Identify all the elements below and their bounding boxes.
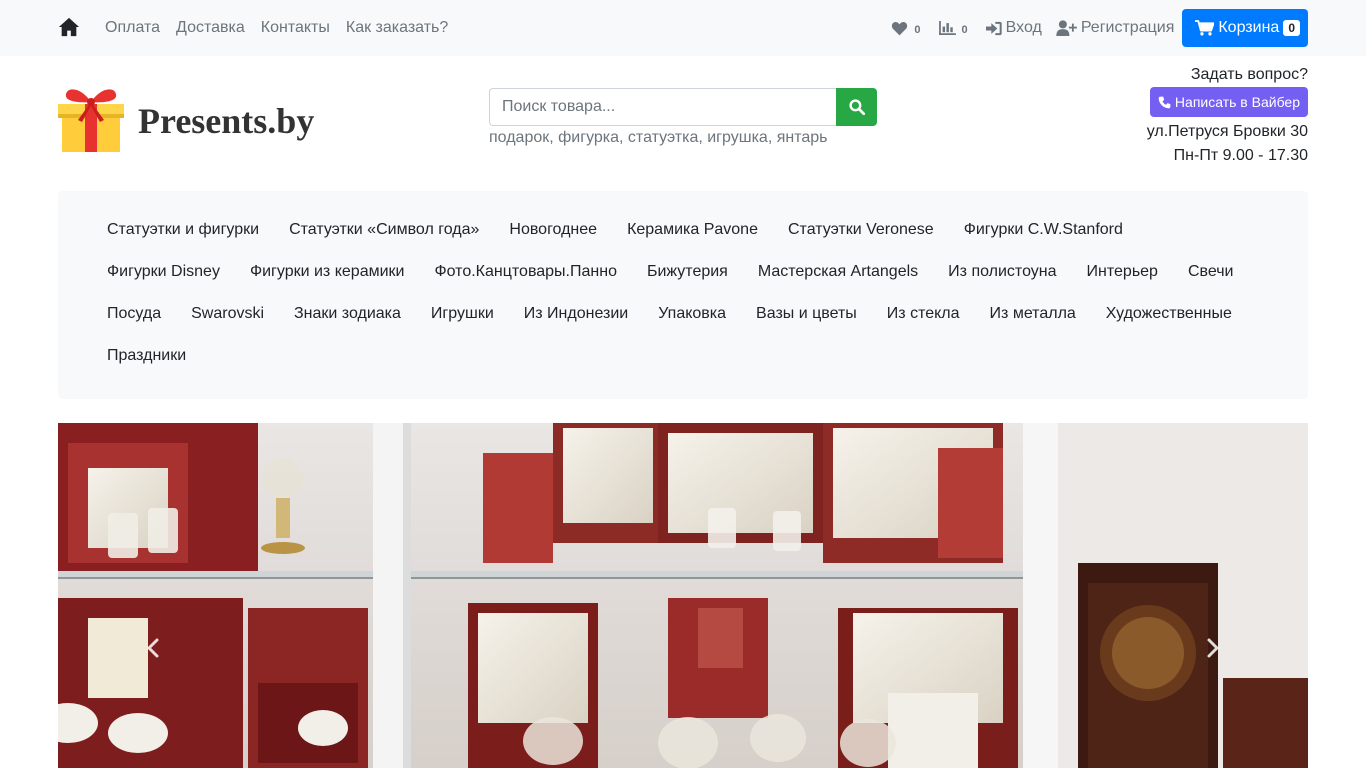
category-link[interactable]: Знаки зодиака xyxy=(294,305,401,323)
search-form xyxy=(489,88,877,126)
link-how-to-order[interactable]: Как заказать? xyxy=(346,19,448,37)
top-right-actions: 0 0 Вход Регистрация Корзина 0 xyxy=(891,9,1308,47)
category-link[interactable]: Из металла xyxy=(990,305,1076,323)
search-input[interactable] xyxy=(489,88,836,126)
category-link[interactable]: Бижутерия xyxy=(647,263,728,281)
link-contacts[interactable]: Контакты xyxy=(261,19,330,37)
search-button[interactable] xyxy=(836,88,877,126)
category-link[interactable]: Посуда xyxy=(107,305,161,323)
showcase-photo xyxy=(58,423,1308,768)
top-links: Оплата Доставка Контакты Как заказать? xyxy=(105,0,464,56)
top-navbar: Оплата Доставка Контакты Как заказать? 0… xyxy=(0,0,1366,56)
category-link[interactable]: Фигурки C.W.Stanford xyxy=(964,221,1123,239)
gift-logo-icon[interactable] xyxy=(58,86,124,154)
wishlist-count: 0 xyxy=(914,23,921,36)
compare-count: 0 xyxy=(961,23,968,36)
register-label: Регистрация xyxy=(1080,19,1175,36)
category-link[interactable]: Вазы и цветы xyxy=(756,305,857,323)
heart-icon xyxy=(892,21,908,35)
brand-name[interactable]: Presents.by xyxy=(138,100,314,142)
link-payment[interactable]: Оплата xyxy=(105,19,160,37)
category-link[interactable]: Новогоднее xyxy=(509,221,597,239)
cart-icon xyxy=(1195,20,1215,36)
cart-count-badge: 0 xyxy=(1283,20,1300,36)
address: ул.Петруся Бровки 30 xyxy=(1146,123,1308,140)
wishlist-link[interactable]: 0 xyxy=(891,21,921,36)
category-link[interactable]: Статуэтки Veronese xyxy=(788,221,934,239)
category-row: Посуда Swarovski Знаки зодиака Игрушки И… xyxy=(107,305,1262,323)
category-row: Фигурки Disney Фигурки из керамики Фото.… xyxy=(107,263,1263,281)
working-hours: Пн-Пт 9.00 - 17.30 xyxy=(1173,147,1308,164)
bar-chart-icon xyxy=(938,21,956,35)
sign-in-icon xyxy=(985,21,1002,35)
ask-question-link[interactable]: Задать вопрос? xyxy=(1147,66,1308,84)
category-link[interactable]: Праздники xyxy=(107,347,186,365)
category-link[interactable]: Статуэтки и фигурки xyxy=(107,221,259,239)
category-link[interactable]: Фигурки Disney xyxy=(107,263,220,281)
category-link[interactable]: Интерьер xyxy=(1087,263,1158,281)
category-link[interactable]: Из Индонезии xyxy=(524,305,628,323)
chevron-left-icon[interactable] xyxy=(138,633,168,663)
category-link[interactable]: Фото.Канцтовары.Панно xyxy=(434,263,617,281)
chevron-right-icon[interactable] xyxy=(1198,633,1228,663)
phone-icon xyxy=(1158,96,1171,108)
banner-carousel[interactable] xyxy=(58,423,1308,768)
category-link[interactable]: Игрушки xyxy=(431,305,494,323)
category-link[interactable]: Фигурки из керамики xyxy=(250,263,405,281)
register-link[interactable]: Регистрация xyxy=(1056,19,1175,37)
category-link[interactable]: Свечи xyxy=(1188,263,1234,281)
category-link[interactable]: Керамика Pavone xyxy=(627,221,758,239)
user-plus-icon xyxy=(1056,20,1077,36)
category-row: Праздники xyxy=(107,347,216,365)
category-link[interactable]: Упаковка xyxy=(658,305,726,323)
category-link[interactable]: Художественные xyxy=(1106,305,1232,323)
home-icon[interactable] xyxy=(58,16,80,38)
contact-block: Задать вопрос? Написать в Вайбер ул.Петр… xyxy=(1147,66,1308,168)
category-link[interactable]: Из полистоуна xyxy=(948,263,1056,281)
compare-link[interactable]: 0 xyxy=(938,21,968,36)
search-hints: подарок, фигурка, статуэтка, игрушка, ян… xyxy=(489,129,828,146)
login-label: Вход xyxy=(1005,19,1042,36)
category-link[interactable]: Статуэтки «Символ года» xyxy=(289,221,479,239)
search-icon xyxy=(848,99,865,115)
link-delivery[interactable]: Доставка xyxy=(176,19,245,37)
category-link[interactable]: Мастерская Artangels xyxy=(758,263,918,281)
viber-label: Написать в Вайбер xyxy=(1174,94,1300,110)
category-row: Статуэтки и фигурки Статуэтки «Символ го… xyxy=(107,221,1153,239)
category-menu: Статуэтки и фигурки Статуэтки «Символ го… xyxy=(58,191,1308,399)
category-link[interactable]: Из стекла xyxy=(887,305,960,323)
viber-button[interactable]: Написать в Вайбер xyxy=(1149,87,1308,117)
category-link[interactable]: Swarovski xyxy=(191,305,264,323)
cart-label: Корзина xyxy=(1218,19,1280,36)
login-link[interactable]: Вход xyxy=(985,19,1042,37)
cart-button[interactable]: Корзина 0 xyxy=(1182,9,1308,47)
